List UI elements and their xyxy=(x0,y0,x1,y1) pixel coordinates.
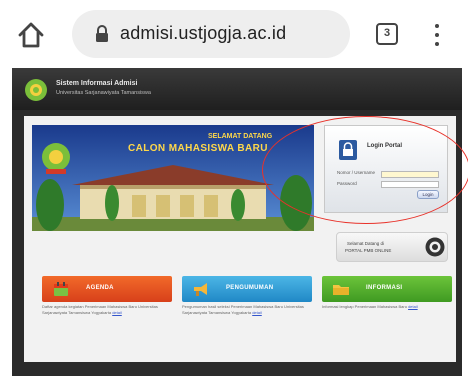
card-pengumuman[interactable]: PENGUMUMAN xyxy=(182,276,312,302)
more-menu-icon[interactable] xyxy=(432,20,442,50)
calendar-icon xyxy=(52,280,70,298)
card-pengumuman-body: Pengumuman hasil seleksi Penerimaan Maha… xyxy=(182,304,304,315)
card-informasi[interactable]: INFORMASI xyxy=(322,276,452,302)
card-agenda-body: Daftar agenda kegiatan Penerimaan Mahasi… xyxy=(42,304,158,315)
help-line-1: Selamat Datang di xyxy=(347,241,385,246)
card-agenda-label: AGENDA xyxy=(86,285,114,291)
lifebuoy-icon xyxy=(425,237,445,257)
card-pengumuman-label: PENGUMUMAN xyxy=(226,285,274,291)
site-title: Sistem Informasi Admisi xyxy=(56,80,138,87)
help-line-2: PORTAL PMB ONLINE xyxy=(345,248,392,253)
tab-switcher-button[interactable]: 3 xyxy=(376,23,398,45)
card-pengumuman-text: Pengumuman hasil seleksi Penerimaan Maha… xyxy=(182,304,312,334)
megaphone-icon xyxy=(192,280,210,298)
web-page: Sistem Informasi Admisi Universitas Sarj… xyxy=(12,68,462,376)
card-agenda[interactable]: AGENDA xyxy=(42,276,172,302)
card-pengumuman-link[interactable]: detail xyxy=(252,310,262,315)
card-informasi-body: Informasi lengkap Penerimaan Mahasiswa B… xyxy=(322,304,407,309)
banner-title: CALON MAHASISWA BARU xyxy=(128,143,268,154)
home-icon[interactable] xyxy=(16,20,46,50)
portal-help-banner[interactable]: Selamat Datang di PORTAL PMB ONLINE xyxy=(336,232,448,262)
annotation-circle xyxy=(262,116,468,224)
banner-greeting: SELAMAT DATANG xyxy=(208,133,273,140)
address-bar[interactable]: admisi.ustjogja.ac.id xyxy=(72,10,350,58)
browser-toolbar: admisi.ustjogja.ac.id 3 xyxy=(0,0,468,66)
site-header: Sistem Informasi Admisi Universitas Sarj… xyxy=(12,68,462,110)
card-informasi-text: Informasi lengkap Penerimaan Mahasiswa B… xyxy=(322,304,452,334)
card-agenda-text: Daftar agenda kegiatan Penerimaan Mahasi… xyxy=(42,304,172,334)
lock-icon xyxy=(94,25,110,43)
site-subtitle: Universitas Sarjanawiyata Tamansiswa xyxy=(56,90,151,96)
folder-icon xyxy=(332,280,350,298)
card-informasi-link[interactable]: detail xyxy=(408,304,418,309)
card-informasi-label: INFORMASI xyxy=(366,285,403,291)
url-text[interactable]: admisi.ustjogja.ac.id xyxy=(120,23,286,44)
card-agenda-link[interactable]: detail xyxy=(112,310,122,315)
university-logo-icon xyxy=(24,78,48,102)
